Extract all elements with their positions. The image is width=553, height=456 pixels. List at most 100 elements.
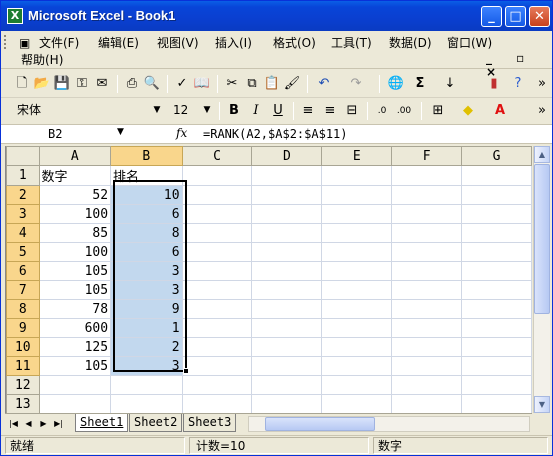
cell-empty[interactable] bbox=[391, 299, 463, 319]
cell-a[interactable]: 105 bbox=[38, 356, 112, 376]
cell-empty[interactable] bbox=[251, 242, 323, 262]
fx-icon[interactable]: fx bbox=[176, 126, 187, 140]
font-combo[interactable]: 宋体 ▼ bbox=[13, 101, 165, 120]
cell-a[interactable] bbox=[38, 394, 112, 413]
cell-a[interactable] bbox=[38, 375, 112, 395]
cell-empty[interactable] bbox=[461, 356, 532, 376]
cell-empty[interactable] bbox=[461, 394, 532, 413]
cell-empty[interactable] bbox=[321, 356, 393, 376]
cell-empty[interactable] bbox=[251, 165, 323, 186]
cell-empty[interactable] bbox=[391, 261, 463, 281]
cell-b[interactable] bbox=[110, 375, 183, 395]
title-bar[interactable]: X Microsoft Excel - Book1 _ □ ✕ bbox=[1, 1, 552, 31]
cell-empty[interactable] bbox=[391, 280, 463, 300]
cell-empty[interactable] bbox=[321, 337, 393, 357]
spelling-icon[interactable]: ✓ bbox=[173, 75, 191, 93]
increase-decimal-icon[interactable]: .0 bbox=[373, 102, 391, 120]
cell-b[interactable] bbox=[110, 394, 183, 413]
email-icon[interactable]: ✉ bbox=[93, 75, 111, 93]
cell-empty[interactable] bbox=[461, 242, 532, 262]
menu-edit[interactable]: 编辑(E) bbox=[98, 34, 139, 52]
cell-empty[interactable] bbox=[181, 337, 253, 357]
cell-empty[interactable] bbox=[391, 242, 463, 262]
cell-empty[interactable] bbox=[251, 375, 323, 395]
cell-empty[interactable] bbox=[181, 185, 253, 205]
research-icon[interactable]: 📖 bbox=[193, 75, 211, 93]
save-icon[interactable]: 💾 bbox=[53, 75, 71, 93]
help-icon[interactable]: ? bbox=[509, 75, 527, 93]
row-header[interactable]: 7 bbox=[6, 280, 40, 300]
chart-wizard-icon[interactable]: ▮ bbox=[485, 75, 503, 93]
undo-icon[interactable]: ↶ bbox=[315, 75, 333, 93]
cell-empty[interactable] bbox=[251, 318, 323, 338]
permission-icon[interactable]: ⚿ bbox=[73, 75, 91, 93]
cell-a[interactable]: 78 bbox=[38, 299, 112, 319]
cell-empty[interactable] bbox=[181, 204, 253, 224]
row-header[interactable]: 5 bbox=[6, 242, 40, 262]
row-header[interactable]: 13 bbox=[6, 394, 40, 413]
sheet-tab-sheet3[interactable]: Sheet3 bbox=[183, 414, 237, 432]
row-header[interactable]: 4 bbox=[6, 223, 40, 243]
doc-icon[interactable]: ▣ bbox=[19, 34, 30, 52]
cell-empty[interactable] bbox=[251, 204, 323, 224]
cell-empty[interactable] bbox=[461, 318, 532, 338]
cell-empty[interactable] bbox=[321, 242, 393, 262]
column-header-g[interactable]: G bbox=[461, 146, 532, 166]
cell-empty[interactable] bbox=[181, 242, 253, 262]
cell-a[interactable]: 100 bbox=[38, 242, 112, 262]
menu-grip-icon[interactable] bbox=[4, 35, 8, 49]
menu-format[interactable]: 格式(O) bbox=[273, 34, 316, 52]
cell-empty[interactable] bbox=[181, 356, 253, 376]
cell-empty[interactable] bbox=[321, 165, 393, 186]
bold-icon[interactable]: B bbox=[225, 102, 243, 120]
cell-empty[interactable] bbox=[461, 185, 532, 205]
cell-empty[interactable] bbox=[391, 318, 463, 338]
borders-icon[interactable]: ⊞ bbox=[429, 102, 447, 120]
font-dropdown-icon[interactable]: ▼ bbox=[151, 103, 163, 118]
document-window-controls[interactable]: _ ▫ × bbox=[486, 51, 546, 79]
cell-b[interactable]: 10 bbox=[110, 185, 183, 205]
cell-empty[interactable] bbox=[251, 356, 323, 376]
font-size-combo[interactable]: 12 ▼ bbox=[169, 101, 215, 120]
name-box-dropdown-icon[interactable]: ▼ bbox=[117, 127, 124, 137]
cell-b[interactable]: 1 bbox=[110, 318, 183, 338]
cell-empty[interactable] bbox=[181, 280, 253, 300]
sheet-tab-sheet2[interactable]: Sheet2 bbox=[129, 414, 183, 432]
cell-b[interactable]: 2 bbox=[110, 337, 183, 357]
last-sheet-icon[interactable]: ▶| bbox=[52, 417, 65, 430]
cell-empty[interactable] bbox=[391, 337, 463, 357]
cell-empty[interactable] bbox=[461, 299, 532, 319]
row-header[interactable]: 8 bbox=[6, 299, 40, 319]
cell-empty[interactable] bbox=[391, 223, 463, 243]
copy-icon[interactable]: ⧉ bbox=[243, 75, 261, 93]
cell-empty[interactable] bbox=[391, 375, 463, 395]
cell-empty[interactable] bbox=[251, 223, 323, 243]
cell-empty[interactable] bbox=[321, 280, 393, 300]
menu-data[interactable]: 数据(D) bbox=[389, 34, 432, 52]
cell-empty[interactable] bbox=[251, 299, 323, 319]
cell-empty[interactable] bbox=[391, 356, 463, 376]
cell-empty[interactable] bbox=[321, 375, 393, 395]
new-icon[interactable]: 🗋 bbox=[13, 75, 31, 93]
cell-empty[interactable] bbox=[181, 165, 253, 186]
row-header[interactable]: 10 bbox=[6, 337, 40, 357]
cell-empty[interactable] bbox=[321, 185, 393, 205]
cell-empty[interactable] bbox=[181, 394, 253, 413]
fill-handle[interactable] bbox=[183, 368, 189, 374]
sheet-tab-sheet1[interactable]: Sheet1 bbox=[75, 414, 129, 432]
cell-a[interactable]: 105 bbox=[38, 280, 112, 300]
cell-empty[interactable] bbox=[251, 185, 323, 205]
align-left-icon[interactable]: ≡ bbox=[299, 102, 317, 120]
cell-empty[interactable] bbox=[461, 165, 532, 186]
cell-b[interactable]: 排名 bbox=[110, 165, 183, 186]
cell-b[interactable]: 6 bbox=[110, 242, 183, 262]
menu-help[interactable]: 帮助(H) bbox=[21, 51, 63, 69]
excel-app-icon[interactable]: X bbox=[7, 8, 23, 24]
cell-empty[interactable] bbox=[251, 280, 323, 300]
cut-icon[interactable]: ✂ bbox=[223, 75, 241, 93]
cell-empty[interactable] bbox=[461, 375, 532, 395]
italic-icon[interactable]: I bbox=[247, 102, 265, 120]
cell-b[interactable]: 8 bbox=[110, 223, 183, 243]
open-icon[interactable]: 📂 bbox=[33, 75, 51, 93]
cell-b[interactable]: 6 bbox=[110, 204, 183, 224]
